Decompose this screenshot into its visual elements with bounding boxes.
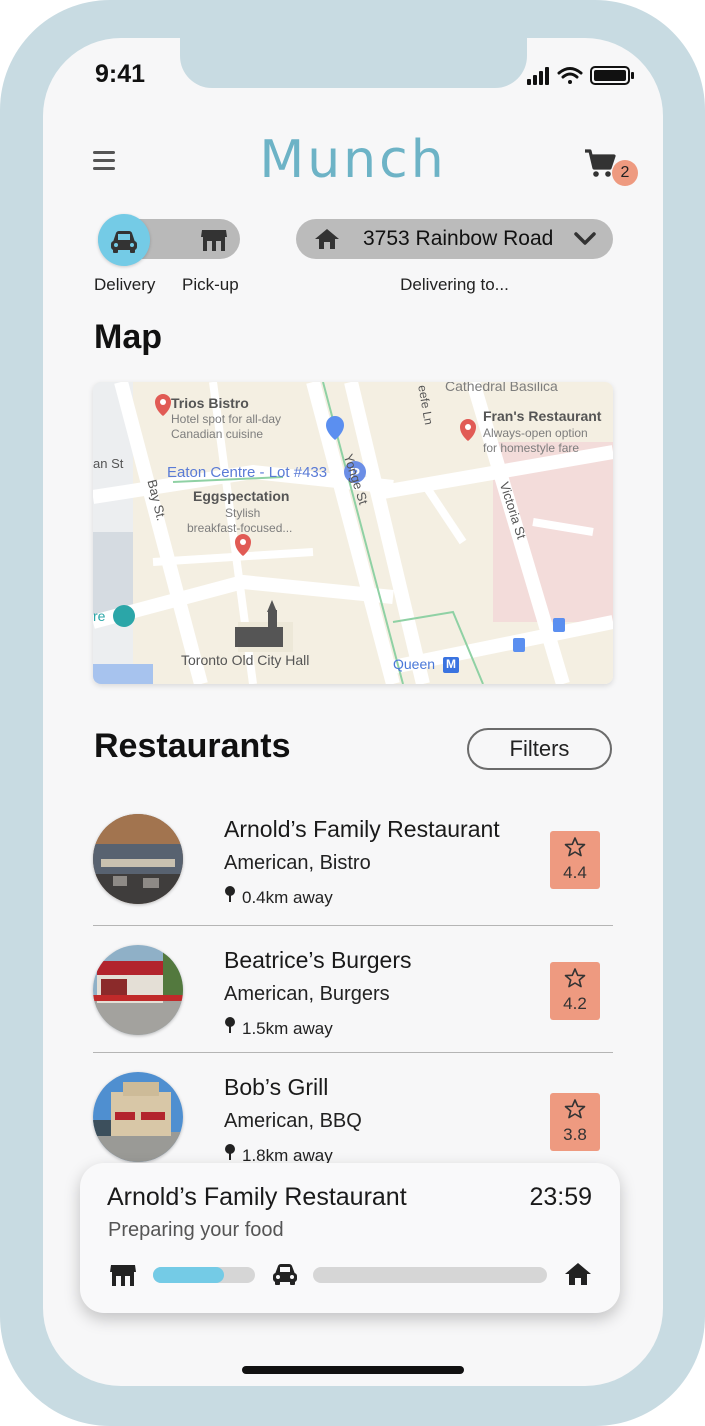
delivery-pickup-toggle[interactable] bbox=[98, 214, 240, 266]
restaurant-row[interactable]: Beatrice’s Burgers American, Burgers 1.5… bbox=[93, 933, 613, 1055]
wifi-icon bbox=[557, 67, 583, 84]
signal-icon bbox=[527, 67, 549, 85]
home-icon bbox=[315, 229, 339, 249]
home-indicator[interactable] bbox=[242, 1366, 464, 1374]
star-icon bbox=[564, 1099, 586, 1119]
restaurant-cuisine: American, Bistro bbox=[224, 852, 371, 874]
order-timer: 23:59 bbox=[529, 1183, 592, 1211]
map-heading: Map bbox=[94, 318, 162, 356]
map-label-basilica: Cathedral Basilica bbox=[445, 382, 558, 394]
metro-icon-label: M bbox=[446, 657, 456, 671]
filters-button[interactable]: Filters bbox=[467, 728, 612, 770]
mode-toggle-knob bbox=[98, 214, 150, 266]
car-icon bbox=[111, 231, 137, 253]
rating-badge[interactable]: 4.2 bbox=[550, 962, 600, 1020]
pickup-label[interactable]: Pick-up bbox=[182, 275, 239, 295]
delivery-label[interactable]: Delivery bbox=[94, 275, 155, 295]
restaurants-heading: Restaurants bbox=[94, 727, 291, 765]
rating-value: 3.8 bbox=[563, 1125, 587, 1144]
transit-icon bbox=[513, 638, 525, 652]
map-label-queen: Queen bbox=[393, 656, 436, 672]
map-pin-camera-icon bbox=[113, 605, 135, 627]
map-label-frans: Fran's Restaurant bbox=[483, 408, 602, 424]
map-label-city-hall: Toronto Old City Hall bbox=[181, 652, 310, 668]
progress-fill-pickup bbox=[153, 1267, 225, 1283]
map-label-eaton: Eaton Centre - Lot #433 bbox=[167, 464, 328, 481]
location-pin-icon bbox=[225, 886, 235, 902]
restaurant-photo bbox=[93, 1072, 183, 1162]
map-label-an-st: an St bbox=[93, 456, 124, 471]
star-icon bbox=[564, 968, 586, 988]
rating-badge[interactable]: 4.4 bbox=[550, 831, 600, 889]
map-label-eggs: Eggspectation bbox=[193, 488, 290, 504]
distance-value: 1.5km away bbox=[242, 1019, 333, 1038]
map-label-eggs-desc2: breakfast-focused... bbox=[187, 521, 293, 535]
cart-count-badge: 2 bbox=[612, 160, 638, 186]
app-title: Munch bbox=[259, 130, 447, 190]
rating-badge[interactable]: 3.8 bbox=[550, 1093, 600, 1151]
address-selector[interactable]: 3753 Rainbow Road bbox=[296, 219, 613, 259]
map-label-trios-desc2: Canadian cuisine bbox=[171, 427, 264, 441]
restaurant-distance: 1.5km away bbox=[224, 1017, 333, 1039]
address-value: 3753 Rainbow Road bbox=[363, 227, 554, 250]
app-screen: 9:41 Munch 2 Delivery Pick-up 3753 Rainb… bbox=[43, 38, 663, 1386]
address-caption: Delivering to... bbox=[400, 275, 509, 294]
car-icon bbox=[273, 1264, 297, 1285]
chevron-down-icon bbox=[574, 232, 596, 245]
status-time: 9:41 bbox=[95, 60, 146, 88]
map-label-frans-desc2: for homestyle fare bbox=[483, 441, 580, 455]
restaurant-photo bbox=[93, 814, 183, 904]
map-label-trios-desc1: Hotel spot for all-day bbox=[171, 412, 282, 426]
status-icons bbox=[527, 66, 634, 85]
restaurant-row[interactable]: Arnold’s Family Restaurant American, Bis… bbox=[93, 802, 613, 924]
location-pin-icon bbox=[225, 1144, 235, 1160]
restaurant-name: Bob’s Grill bbox=[224, 1074, 329, 1100]
restaurant-name: Arnold’s Family Restaurant bbox=[224, 816, 500, 842]
order-tracker-card[interactable]: Arnold’s Family Restaurant 23:59 Prepari… bbox=[80, 1163, 620, 1313]
map-label-eggs-desc1: Stylish bbox=[225, 506, 261, 520]
rating-value: 4.4 bbox=[563, 863, 587, 882]
restaurant-cuisine: American, BBQ bbox=[224, 1110, 362, 1132]
map-label-frans-desc1: Always-open option bbox=[483, 426, 588, 440]
restaurant-name: Beatrice’s Burgers bbox=[224, 947, 412, 973]
distance-value: 0.4km away bbox=[242, 888, 333, 907]
restaurant-cuisine: American, Burgers bbox=[224, 983, 390, 1005]
store-icon bbox=[201, 230, 227, 251]
location-pin-icon bbox=[225, 1017, 235, 1033]
progress-track-delivery bbox=[313, 1267, 547, 1283]
row-divider bbox=[93, 925, 613, 926]
star-icon bbox=[564, 837, 586, 857]
home-icon bbox=[565, 1263, 591, 1285]
order-status: Preparing your food bbox=[108, 1219, 284, 1241]
order-restaurant-name: Arnold’s Family Restaurant bbox=[107, 1183, 407, 1211]
progress-track-pickup bbox=[153, 1267, 255, 1283]
restaurant-distance: 0.4km away bbox=[224, 886, 333, 908]
restaurant-photo bbox=[93, 945, 183, 1035]
rating-value: 4.2 bbox=[563, 994, 587, 1013]
map-label-trios: Trios Bistro bbox=[171, 395, 249, 411]
battery-icon bbox=[590, 66, 634, 85]
map-view[interactable]: P Cathedral Basilica Trios Bistro Hotel … bbox=[93, 382, 613, 684]
notch bbox=[180, 38, 527, 88]
row-divider bbox=[93, 1052, 613, 1053]
cart-button[interactable]: 2 bbox=[583, 146, 638, 186]
map-label-re: re bbox=[93, 608, 106, 624]
transit-icon bbox=[553, 618, 565, 632]
store-icon bbox=[110, 1265, 136, 1286]
